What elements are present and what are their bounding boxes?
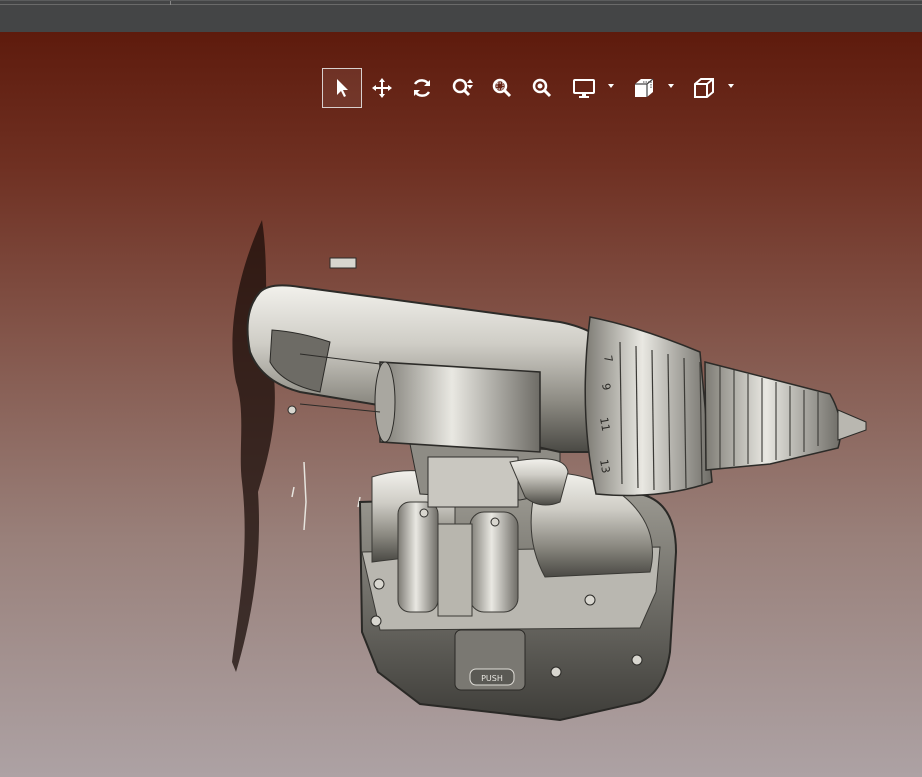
view-orientation-dropdown[interactable] bbox=[682, 68, 742, 108]
view-toolbar bbox=[322, 68, 742, 108]
section-cube-icon bbox=[635, 78, 654, 97]
chevron-down-icon bbox=[608, 84, 614, 88]
clutch-number-13: 13 bbox=[597, 458, 612, 474]
section-view-dropdown[interactable] bbox=[622, 68, 682, 108]
handle-switch bbox=[409, 443, 569, 508]
chuck bbox=[704, 361, 867, 471]
cursor-arrow-icon bbox=[337, 79, 348, 97]
chevron-down-icon bbox=[728, 84, 734, 88]
3d-viewport[interactable]: PUSH 7 9 11 13 bbox=[0, 32, 922, 777]
zoom-tool-button[interactable] bbox=[442, 68, 482, 108]
select-tool-button[interactable] bbox=[322, 68, 362, 108]
chevron-down-icon bbox=[668, 84, 674, 88]
zoom-fit-icon bbox=[532, 78, 552, 98]
clutch-collar: 7 9 11 13 bbox=[584, 316, 713, 497]
tab-separator bbox=[170, 1, 171, 5]
zoom-updown-icon bbox=[452, 78, 473, 97]
zoom-fit-button[interactable] bbox=[522, 68, 562, 108]
cube-icon bbox=[694, 78, 714, 98]
move-arrows-icon bbox=[372, 78, 392, 98]
battery-push-label: PUSH bbox=[481, 674, 503, 683]
rotate-tool-button[interactable] bbox=[402, 68, 442, 108]
rotate-icon bbox=[413, 79, 431, 97]
top-bar bbox=[0, 0, 922, 32]
zoom-window-icon bbox=[492, 78, 512, 98]
clutch-number-11: 11 bbox=[597, 416, 612, 432]
monitor-icon bbox=[573, 79, 595, 98]
zoom-window-button[interactable] bbox=[482, 68, 522, 108]
loose-parts bbox=[291, 461, 361, 531]
pan-tool-button[interactable] bbox=[362, 68, 402, 108]
drill-model[interactable]: PUSH 7 9 11 13 bbox=[0, 32, 922, 777]
top-bar-edge bbox=[0, 4, 922, 5]
display-style-dropdown[interactable] bbox=[562, 68, 622, 108]
